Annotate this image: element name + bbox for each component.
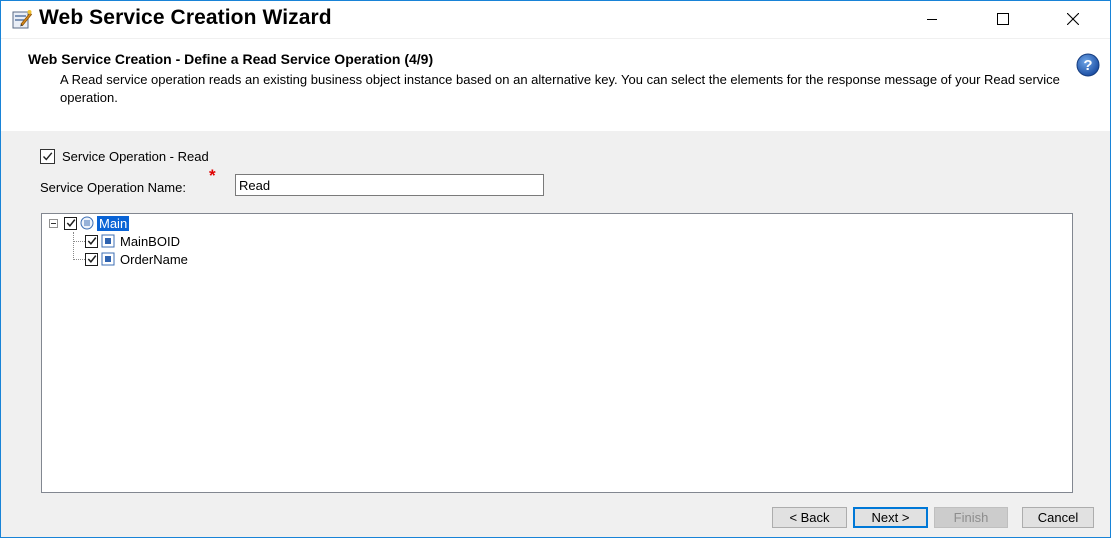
tree-node-checkbox[interactable] (85, 234, 98, 248)
collapse-toggle-icon[interactable] (49, 219, 58, 228)
wizard-header: Web Service Creation - Define a Read Ser… (1, 39, 1110, 131)
service-operation-checkbox-label: Service Operation - Read (62, 149, 209, 164)
minimize-icon (926, 18, 937, 20)
checkmark-icon (66, 219, 75, 227)
structure-node-icon (80, 216, 94, 230)
service-operation-name-label: Service Operation Name: (40, 180, 186, 195)
service-operation-read-option[interactable]: Service Operation - Read (40, 149, 209, 164)
element-node-icon (101, 234, 115, 248)
required-marker: * (209, 166, 216, 185)
step-description: A Read service operation reads an existi… (60, 72, 1060, 105)
tree-node-label: Main (97, 215, 130, 231)
next-button[interactable]: Next > (853, 507, 928, 528)
finish-button[interactable]: Finish (934, 507, 1008, 528)
help-icon[interactable]: ? (1076, 53, 1100, 77)
maximize-button[interactable] (980, 1, 1026, 37)
wizard-app-icon (12, 10, 32, 29)
tree-node-ordername[interactable]: OrderName (85, 251, 190, 267)
title-bar: Web Service Creation Wizard (1, 1, 1110, 38)
svg-text:?: ? (1083, 57, 1092, 74)
minimize-button[interactable] (909, 1, 955, 37)
tree-node-checkbox[interactable] (85, 252, 98, 266)
element-node-icon (101, 252, 115, 266)
close-button[interactable] (1050, 1, 1096, 37)
window-title: Web Service Creation Wizard (39, 6, 332, 29)
step-title: Web Service Creation - Define a Read Ser… (28, 51, 434, 67)
cancel-button[interactable]: Cancel (1022, 507, 1094, 528)
checkmark-icon (87, 255, 96, 263)
tree-connector-line (73, 232, 74, 260)
service-operation-name-input[interactable] (235, 174, 544, 196)
checkmark-icon (42, 152, 53, 161)
response-elements-tree[interactable]: Main MainBOID OrderName (41, 213, 1073, 493)
tree-connector-line (73, 259, 85, 260)
tree-node-main[interactable]: Main (64, 215, 130, 231)
tree-node-mainboid[interactable]: MainBOID (85, 233, 182, 249)
wizard-window: Web Service Creation Wizard Web Service … (0, 0, 1111, 538)
service-operation-checkbox[interactable] (40, 149, 55, 164)
tree-connector-line (73, 241, 85, 242)
back-button[interactable]: < Back (772, 507, 847, 528)
maximize-icon (997, 13, 1009, 25)
tree-node-label: MainBOID (120, 233, 180, 249)
close-icon (1067, 13, 1079, 25)
tree-node-label: OrderName (120, 251, 188, 267)
tree-node-checkbox[interactable] (64, 216, 77, 230)
checkmark-icon (87, 237, 96, 245)
